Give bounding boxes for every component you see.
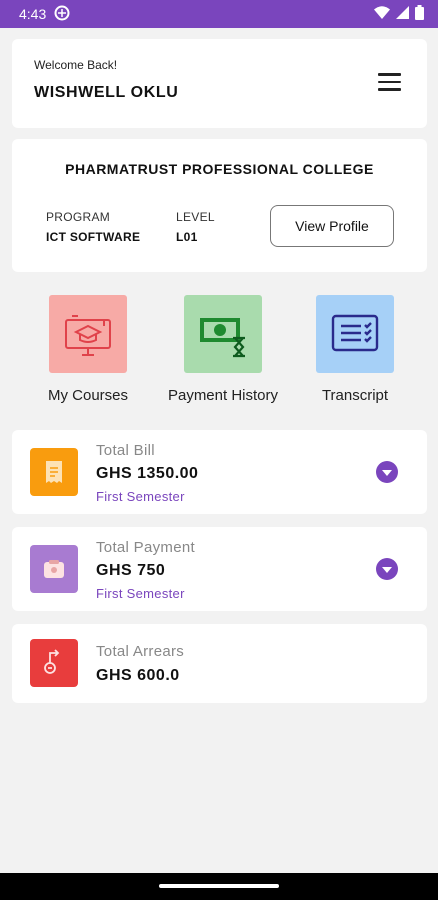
user-name: WISHWELL OKLU (34, 84, 179, 101)
money-hourglass-icon (184, 295, 262, 373)
total-bill-amount: GHS 1350.00 (96, 465, 199, 482)
home-indicator[interactable] (159, 884, 279, 888)
program-label: PROGRAM (46, 210, 111, 224)
wallet-icon (30, 545, 78, 593)
notification-icon (54, 5, 70, 24)
total-bill-title: Total Bill (96, 442, 155, 459)
view-profile-button[interactable]: View Profile (270, 205, 394, 247)
menu-button[interactable] (378, 73, 401, 93)
welcome-text: Welcome Back! (34, 58, 118, 72)
welcome-card: Welcome Back! WISHWELL OKLU (12, 39, 427, 128)
total-payment-semester: First Semester (96, 586, 185, 601)
payment-history-label: Payment History (167, 387, 279, 404)
status-bar: 4:43 (0, 0, 438, 28)
level-label: LEVEL (176, 210, 215, 224)
total-bill-semester: First Semester (96, 489, 185, 504)
cellular-signal-icon (396, 6, 409, 22)
college-name: PHARMATRUST PROFESSIONAL COLLEGE (65, 161, 374, 177)
total-payment-title: Total Payment (96, 539, 195, 556)
total-payment-amount: GHS 750 (96, 562, 166, 579)
total-arrears-title: Total Arrears (96, 643, 185, 660)
status-time: 4:43 (19, 6, 47, 22)
college-card: PHARMATRUST PROFESSIONAL COLLEGE PROGRAM… (12, 139, 427, 272)
transcript-button[interactable]: Transcript (295, 295, 415, 404)
hamburger-icon (378, 73, 401, 76)
expand-payment-button[interactable] (376, 558, 398, 580)
wifi-icon (374, 6, 390, 22)
transcript-label: Transcript (321, 387, 389, 404)
payment-history-button[interactable]: Payment History (163, 295, 283, 404)
my-courses-button[interactable]: My Courses (28, 295, 148, 404)
expand-bill-button[interactable] (376, 461, 398, 483)
document-checklist-icon (316, 295, 394, 373)
my-courses-label: My Courses (47, 387, 129, 404)
level-value: L01 (176, 230, 198, 244)
system-nav-bar (0, 873, 438, 900)
battery-icon (415, 5, 424, 23)
graduation-monitor-icon (49, 295, 127, 373)
total-arrears-card: Total Arrears GHS 600.0 (12, 624, 427, 703)
total-payment-card: Total Payment GHS 750 First Semester (12, 527, 427, 611)
program-value: ICT SOFTWARE (46, 230, 141, 244)
arrears-icon (30, 639, 78, 687)
total-bill-card: Total Bill GHS 1350.00 First Semester (12, 430, 427, 514)
total-arrears-amount: GHS 600.0 (96, 667, 180, 684)
receipt-icon (30, 448, 78, 496)
